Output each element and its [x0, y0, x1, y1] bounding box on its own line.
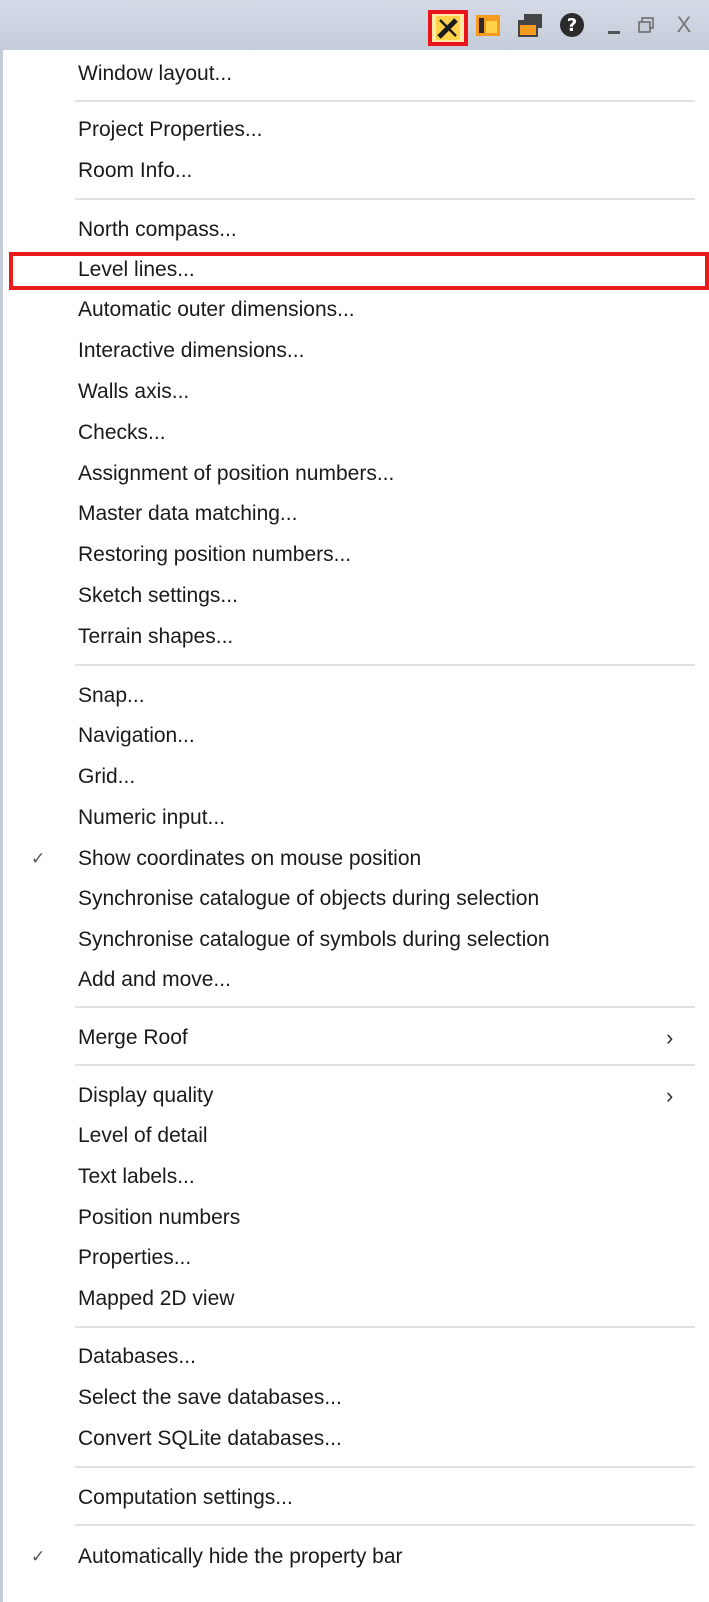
- menu-item-databases[interactable]: Databases...: [3, 1337, 703, 1377]
- menu-item-label: Assignment of position numbers...: [78, 462, 395, 485]
- menu-separator: [75, 1006, 695, 1008]
- menu-item-computation-settings[interactable]: Computation settings...: [3, 1478, 703, 1518]
- minimize-icon[interactable]: [598, 9, 630, 41]
- menu-item-label: North compass...: [78, 218, 237, 241]
- menu-separator: [75, 1326, 695, 1328]
- menu-item-label: Show coordinates on mouse position: [78, 847, 422, 870]
- menu-item-label: Master data matching...: [78, 502, 298, 525]
- menu-item-label: Mapped 2D view: [78, 1287, 235, 1310]
- menu-item-sketch-settings[interactable]: Sketch settings...: [3, 576, 703, 616]
- menu-item-label: Display quality: [78, 1084, 214, 1107]
- menu-item-position-numbers[interactable]: Position numbers: [3, 1198, 703, 1238]
- menu-item-label: Interactive dimensions...: [78, 339, 305, 362]
- menu-item-label: Text labels...: [78, 1165, 195, 1188]
- menu-item-label: Databases...: [78, 1345, 196, 1368]
- menu-item-label: Convert SQLite databases...: [78, 1427, 342, 1450]
- menu-item-navigation[interactable]: Navigation...: [3, 716, 703, 756]
- menu-item-checks[interactable]: Checks...: [3, 413, 703, 453]
- menu-item-snap[interactable]: Snap...: [3, 676, 703, 716]
- menu-item-synchronise-objects[interactable]: Synchronise catalogue of objects during …: [3, 879, 703, 919]
- menu-item-assignment-of-position-numbers[interactable]: Assignment of position numbers...: [3, 454, 703, 494]
- menu-item-label: Terrain shapes...: [78, 625, 234, 648]
- menu-item-restoring-position-numbers[interactable]: Restoring position numbers...: [3, 535, 703, 575]
- menu-item-level-of-detail[interactable]: Level of detail: [3, 1116, 703, 1156]
- menu-item-label: Checks...: [78, 421, 166, 444]
- chevron-right-icon: ›: [666, 1025, 674, 1050]
- menu-item-select-save-databases[interactable]: Select the save databases...: [3, 1378, 703, 1418]
- menu-item-label: Snap...: [78, 684, 145, 707]
- title-bar: ? X: [0, 0, 709, 51]
- check-icon: ✓: [31, 1547, 46, 1566]
- menu-item-label: Automatically hide the property bar: [78, 1545, 403, 1568]
- menu-item-label: Synchronise catalogue of symbols during …: [78, 928, 550, 951]
- menu-separator: [75, 1064, 695, 1066]
- menu-item-merge-roof[interactable]: Merge Roof ›: [3, 1018, 703, 1058]
- menu-separator: [75, 1524, 695, 1526]
- menu-item-label: Sketch settings...: [78, 584, 238, 607]
- menu-item-label: Add and move...: [78, 968, 231, 991]
- menu-separator: [75, 1466, 695, 1468]
- menu-separator: [75, 100, 695, 102]
- restore-icon[interactable]: [630, 9, 662, 41]
- menu-item-label: Project Properties...: [78, 118, 263, 141]
- menu-item-label: Automatic outer dimensions...: [78, 298, 355, 321]
- highlight-box: [9, 252, 709, 290]
- menu-separator: [75, 664, 695, 666]
- menu-item-label: Numeric input...: [78, 806, 226, 829]
- menu-item-mapped-2d-view[interactable]: Mapped 2D view: [3, 1279, 703, 1319]
- menu-item-automatic-outer-dimensions[interactable]: Automatic outer dimensions...: [3, 290, 703, 330]
- menu-item-terrain-shapes[interactable]: Terrain shapes...: [3, 617, 703, 657]
- menu-item-label: Merge Roof: [78, 1026, 188, 1049]
- menu-item-label: Computation settings...: [78, 1486, 293, 1509]
- menu-item-label: Navigation...: [78, 724, 195, 747]
- close-icon[interactable]: X: [668, 9, 700, 41]
- menu-item-label: Select the save databases...: [78, 1386, 342, 1409]
- menu-item-numeric-input[interactable]: Numeric input...: [3, 798, 703, 838]
- menu-item-label: Restoring position numbers...: [78, 543, 352, 566]
- panel-icon[interactable]: [472, 9, 504, 41]
- menu-item-label: Walls axis...: [78, 380, 190, 403]
- menu-item-label: Position numbers: [78, 1206, 241, 1229]
- menu-separator: [75, 198, 695, 200]
- menu-item-display-quality[interactable]: Display quality ›: [3, 1076, 703, 1116]
- windows-icon[interactable]: [514, 9, 546, 41]
- menu-item-properties[interactable]: Properties...: [3, 1238, 703, 1278]
- menu-item-text-labels[interactable]: Text labels...: [3, 1157, 703, 1197]
- menu-item-add-and-move[interactable]: Add and move...: [3, 960, 703, 1000]
- menu-item-room-info[interactable]: Room Info...: [3, 151, 703, 191]
- chevron-right-icon: ›: [666, 1083, 674, 1108]
- settings-icon[interactable]: [428, 10, 468, 46]
- close-glyph: X: [676, 12, 692, 37]
- menu-item-grid[interactable]: Grid...: [3, 757, 703, 797]
- menu-item-north-compass[interactable]: North compass...: [3, 210, 703, 250]
- check-icon: ✓: [31, 849, 46, 868]
- menu-item-show-coordinates[interactable]: ✓ Show coordinates on mouse position: [3, 839, 703, 879]
- menu-item-label: Grid...: [78, 765, 136, 788]
- menu-item-label: Properties...: [78, 1246, 192, 1269]
- menu-item-hide-property-bar[interactable]: ✓ Automatically hide the property bar: [3, 1537, 703, 1577]
- menu-item-synchronise-symbols[interactable]: Synchronise catalogue of symbols during …: [3, 920, 703, 960]
- menu-item-interactive-dimensions[interactable]: Interactive dimensions...: [3, 331, 703, 371]
- menu-item-master-data-matching[interactable]: Master data matching...: [3, 494, 703, 534]
- menu-item-project-properties[interactable]: Project Properties...: [3, 110, 703, 150]
- help-glyph: ?: [566, 14, 578, 36]
- menu-item-label: Room Info...: [78, 159, 193, 182]
- menu-item-convert-sqlite-databases[interactable]: Convert SQLite databases...: [3, 1419, 703, 1459]
- menu-item-window-layout[interactable]: Window layout...: [3, 54, 703, 94]
- menu-item-label: Synchronise catalogue of objects during …: [78, 887, 540, 910]
- menu-item-walls-axis[interactable]: Walls axis...: [3, 372, 703, 412]
- menu-item-label: Window layout...: [78, 62, 233, 85]
- menu-item-label: Level of detail: [78, 1124, 208, 1147]
- help-icon[interactable]: ?: [556, 9, 588, 41]
